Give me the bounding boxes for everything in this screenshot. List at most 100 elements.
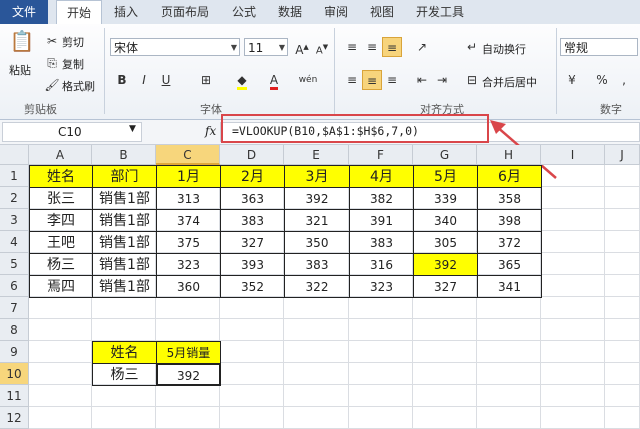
grid-cell[interactable] (605, 209, 640, 231)
table-cell[interactable]: 销售1部 (92, 209, 157, 232)
grid-cell[interactable] (92, 385, 156, 407)
bold-button[interactable]: B (112, 70, 132, 90)
table-cell[interactable]: 316 (349, 253, 414, 276)
selected-cell-c10[interactable]: 392 (156, 363, 221, 386)
table-header-cell[interactable]: 6月 (477, 165, 542, 188)
grid-cell[interactable] (284, 297, 349, 319)
table-header-cell[interactable]: 1月 (156, 165, 221, 188)
table-header-cell[interactable]: 3月 (284, 165, 350, 188)
copy-icon[interactable]: ⎘ (44, 54, 60, 72)
lookup-name-cell[interactable]: 杨三 (92, 363, 157, 386)
grid-cell[interactable] (477, 319, 541, 341)
cut-button[interactable]: 剪切 (62, 34, 84, 50)
grid-cell[interactable] (156, 407, 220, 429)
row-header[interactable]: 6 (0, 275, 29, 297)
tab-developer[interactable]: 开发工具 (408, 0, 472, 24)
table-cell[interactable]: 374 (156, 209, 221, 232)
row-header[interactable]: 8 (0, 319, 29, 341)
grid-cell[interactable] (605, 385, 640, 407)
grid-cell[interactable] (284, 385, 349, 407)
table-cell[interactable]: 350 (284, 231, 350, 254)
grid-cell[interactable] (29, 319, 92, 341)
table-cell[interactable]: 销售1部 (92, 231, 157, 254)
font-size-combo[interactable]: 11 ▼ (244, 38, 288, 56)
column-header[interactable]: I (541, 145, 605, 165)
number-format-combo[interactable]: 常规 (560, 38, 638, 56)
merge-center-icon[interactable]: ⊟ (462, 70, 482, 90)
name-box[interactable]: C10 (2, 122, 142, 142)
table-cell[interactable]: 360 (156, 275, 221, 298)
table-cell[interactable]: 392 (284, 187, 350, 210)
column-header[interactable]: C (156, 145, 220, 165)
tab-insert[interactable]: 插入 (106, 0, 146, 24)
grid-cell[interactable] (29, 297, 92, 319)
row-header[interactable]: 1 (0, 165, 29, 187)
grid-cell[interactable] (220, 385, 284, 407)
name-box-dropdown-icon[interactable]: ▼ (129, 124, 136, 134)
paste-icon[interactable]: 📋 (8, 31, 36, 56)
grid-cell[interactable] (541, 297, 605, 319)
grid-cell[interactable] (541, 187, 605, 209)
grid-cell[interactable] (284, 341, 349, 363)
shrink-font-button[interactable]: A▼ (312, 37, 332, 57)
table-cell[interactable]: 372 (477, 231, 542, 254)
tab-page-layout[interactable]: 页面布局 (152, 0, 218, 24)
grid-cell[interactable] (349, 341, 413, 363)
merge-center-button[interactable]: 合并后居中 (482, 74, 537, 90)
tab-home[interactable]: 开始 (56, 0, 102, 25)
select-all-corner[interactable] (0, 145, 29, 165)
grid-cell[interactable] (349, 363, 413, 385)
grid-cell[interactable] (413, 341, 477, 363)
table-cell[interactable]: 杨三 (29, 253, 93, 276)
grid-cell[interactable] (156, 319, 220, 341)
tab-file[interactable]: 文件 (0, 0, 48, 24)
column-header[interactable]: G (413, 145, 477, 165)
table-cell[interactable]: 392 (413, 253, 478, 276)
align-middle-icon[interactable]: ≡ (362, 37, 382, 57)
scissors-icon[interactable]: ✂ (44, 32, 60, 50)
grid-cell[interactable] (541, 253, 605, 275)
table-cell[interactable]: 313 (156, 187, 221, 210)
table-cell[interactable]: 327 (220, 231, 285, 254)
tab-view[interactable]: 视图 (362, 0, 402, 24)
table-cell[interactable]: 322 (284, 275, 350, 298)
grid-cell[interactable] (29, 385, 92, 407)
table-cell[interactable]: 销售1部 (92, 253, 157, 276)
grid-cell[interactable] (605, 275, 640, 297)
grid-cell[interactable] (156, 297, 220, 319)
grid-cell[interactable] (349, 297, 413, 319)
row-header[interactable]: 4 (0, 231, 29, 253)
table-cell[interactable]: 391 (349, 209, 414, 232)
copy-button[interactable]: 复制 (62, 56, 84, 72)
tab-formulas[interactable]: 公式 (224, 0, 264, 24)
grid-cell[interactable] (541, 231, 605, 253)
fx-icon[interactable]: fx (205, 124, 216, 138)
grid-cell[interactable] (92, 407, 156, 429)
grid-cell[interactable] (349, 319, 413, 341)
align-top-icon[interactable]: ≡ (342, 37, 362, 57)
grid-cell[interactable] (541, 341, 605, 363)
column-header[interactable]: H (477, 145, 541, 165)
table-header-cell[interactable]: 4月 (349, 165, 414, 188)
table-cell[interactable]: 341 (477, 275, 542, 298)
table-header-cell[interactable]: 2月 (220, 165, 285, 188)
table-cell[interactable]: 393 (220, 253, 285, 276)
table-header-cell[interactable]: 5月 (413, 165, 478, 188)
grid-cell[interactable] (477, 341, 541, 363)
grid-cell[interactable] (284, 363, 349, 385)
italic-button[interactable]: I (134, 70, 154, 90)
grid-cell[interactable] (605, 319, 640, 341)
grid-cell[interactable] (541, 165, 605, 187)
row-header[interactable]: 7 (0, 297, 29, 319)
align-right-icon[interactable]: ≡ (382, 70, 402, 90)
increase-indent-icon[interactable]: ⇥ (432, 70, 452, 90)
table-header-cell[interactable]: 姓名 (29, 165, 93, 188)
align-center-icon[interactable]: ≡ (362, 70, 382, 90)
borders-icon[interactable]: ⊞ (196, 70, 216, 90)
grid-cell[interactable] (220, 297, 284, 319)
decrease-indent-icon[interactable]: ⇤ (412, 70, 432, 90)
row-header[interactable]: 3 (0, 209, 29, 231)
grid-cell[interactable] (541, 209, 605, 231)
table-cell[interactable]: 王吧 (29, 231, 93, 254)
grid-cell[interactable] (413, 385, 477, 407)
